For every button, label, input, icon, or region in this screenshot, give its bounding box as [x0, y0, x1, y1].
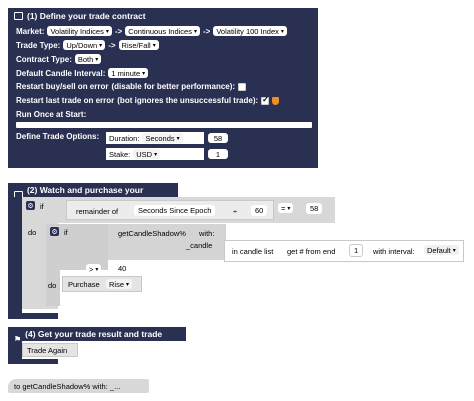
outer-if-label: if — [40, 202, 44, 211]
trade-again-footer — [8, 359, 58, 364]
param-name-label: _candle — [186, 241, 213, 250]
watch-block-spine — [8, 197, 22, 313]
candle-interval-label: Default Candle Interval: — [16, 68, 106, 78]
restart-buy-sell-hint: (disable for better performance): — [111, 82, 236, 91]
duration-box: Duration: Seconds ▾ — [106, 132, 204, 144]
trade-again-button[interactable]: Trade Again — [22, 343, 78, 357]
run-once-row: Run Once at Start: — [16, 110, 86, 119]
procedure-label: to getCandleShadow% with: _... — [14, 381, 121, 391]
seconds-since-epoch-block[interactable]: Seconds Since Epoch — [134, 205, 216, 216]
restart-buy-sell-label: Restart buy/sell on error — [16, 82, 109, 91]
interval-dropdown[interactable]: Default ▾ — [424, 245, 459, 255]
market-label: Market: — [16, 26, 45, 36]
define-trade-header: (1) Define your trade contract — [14, 11, 146, 21]
submarket-dropdown[interactable]: Continuous Indices ▾ — [125, 26, 200, 36]
inner-do-label: do — [48, 281, 57, 290]
trade-again-block[interactable]: ⚑ (4) Get your trade result and trade ag… — [8, 327, 186, 349]
trade-again-spine — [8, 341, 22, 359]
define-trade-title: (1) Define your trade contract — [27, 11, 146, 21]
run-once-statement-slot[interactable] — [16, 122, 312, 128]
outer-do-label: do — [28, 228, 37, 237]
restart-last-trade-hint: (bot ignores the unsuccessful trade): — [117, 96, 259, 105]
contract-type-label: Contract Type: — [16, 54, 72, 64]
stake-currency-dropdown[interactable]: USD ▾ — [133, 149, 161, 159]
gear-icon[interactable]: ⚙ — [26, 201, 35, 210]
remainder-label: remainder of — [76, 207, 119, 216]
inner-if-label: if — [64, 228, 68, 237]
purchase-type-dropdown[interactable]: Rise ▾ — [106, 279, 133, 289]
equals-operator-dropdown[interactable]: = ▾ — [278, 203, 294, 213]
restart-last-trade-checkbox[interactable] — [261, 95, 270, 105]
market-row: Market: Volatility Indices ▾ -> Continuou… — [16, 26, 287, 36]
duration-value-field[interactable]: 58 — [208, 133, 228, 143]
compare-value-field[interactable]: 58 — [306, 203, 323, 214]
restart-buy-sell-row: Restart buy/sell on error (disable for b… — [16, 82, 247, 91]
gear-icon[interactable]: ⚙ — [50, 227, 59, 236]
in-candle-list-label: in candle list — [232, 247, 274, 256]
watch-purchase-block[interactable]: (2) Watch and purchase your contract — [8, 183, 178, 205]
duration-row: Duration: Seconds ▾ 58 — [106, 132, 228, 144]
contract-type-dropdown[interactable]: Both ▾ — [74, 54, 102, 64]
threshold-field[interactable]: 40 — [114, 263, 131, 274]
with-label: with: — [199, 229, 215, 238]
candle-interval-row: Default Candle Interval: 1 minute ▾ — [16, 68, 149, 78]
define-trade-contract-block[interactable]: (1) Define your trade contract Market: V… — [8, 8, 318, 168]
trade-options-block[interactable]: Duration: Seconds ▾ 58 Stake: USD ▾ 1 — [106, 130, 228, 162]
restart-last-trade-label: Restart last trade on error — [16, 96, 115, 105]
purchase-label: Purchase — [68, 280, 100, 289]
func-name-label: getCandleShadow% — [118, 229, 186, 238]
trade-category-dropdown[interactable]: Up/Down ▾ — [63, 40, 106, 50]
symbol-dropdown[interactable]: Volatility 100 Index ▾ — [213, 26, 287, 36]
divide-symbol: ÷ — [233, 207, 238, 216]
divisor-field[interactable]: 60 — [251, 205, 268, 216]
market-dropdown[interactable]: Volatility Indices ▾ — [47, 26, 112, 36]
workspace-canvas: (1) Define your trade contract Market: V… — [0, 0, 474, 401]
stake-box: Stake: USD ▾ — [106, 148, 204, 160]
trade-type-row: Trade Type: Up/Down ▾ -> Rise/Fall ▾ — [16, 40, 159, 50]
define-trade-options-label: Define Trade Options: — [16, 132, 100, 141]
restart-buy-sell-checkbox[interactable] — [238, 82, 247, 91]
shield-icon — [272, 96, 280, 105]
get-from-end-label: get # from end — [287, 247, 336, 256]
candle-interval-dropdown[interactable]: 1 minute ▾ — [108, 68, 149, 78]
trade-type-dropdown[interactable]: Rise/Fall ▾ — [118, 40, 159, 50]
watch-block-footer — [8, 313, 58, 319]
greater-than-operator-dropdown[interactable]: > ▾ — [86, 264, 102, 274]
interval-label: with interval: — [373, 247, 415, 256]
duration-label: Duration: — [109, 133, 140, 143]
get-candle-shadow-procedure[interactable]: to getCandleShadow% with: _... — [8, 379, 149, 393]
restart-last-trade-row: Restart last trade on error (bot ignores… — [16, 95, 280, 105]
stake-row: Stake: USD ▾ 1 — [106, 148, 228, 160]
contract-type-row: Contract Type: Both ▾ — [16, 54, 102, 64]
from-end-field[interactable]: 1 — [349, 244, 364, 257]
duration-unit-dropdown[interactable]: Seconds ▾ — [142, 133, 183, 143]
define-trade-options-row: Define Trade Options: — [16, 132, 99, 141]
block-icon — [14, 12, 23, 20]
trade-type-label: Trade Type: — [16, 40, 61, 50]
stake-value-field[interactable]: 1 — [208, 149, 228, 159]
run-once-label: Run Once at Start: — [16, 110, 87, 119]
stake-label: Stake: — [109, 149, 131, 159]
